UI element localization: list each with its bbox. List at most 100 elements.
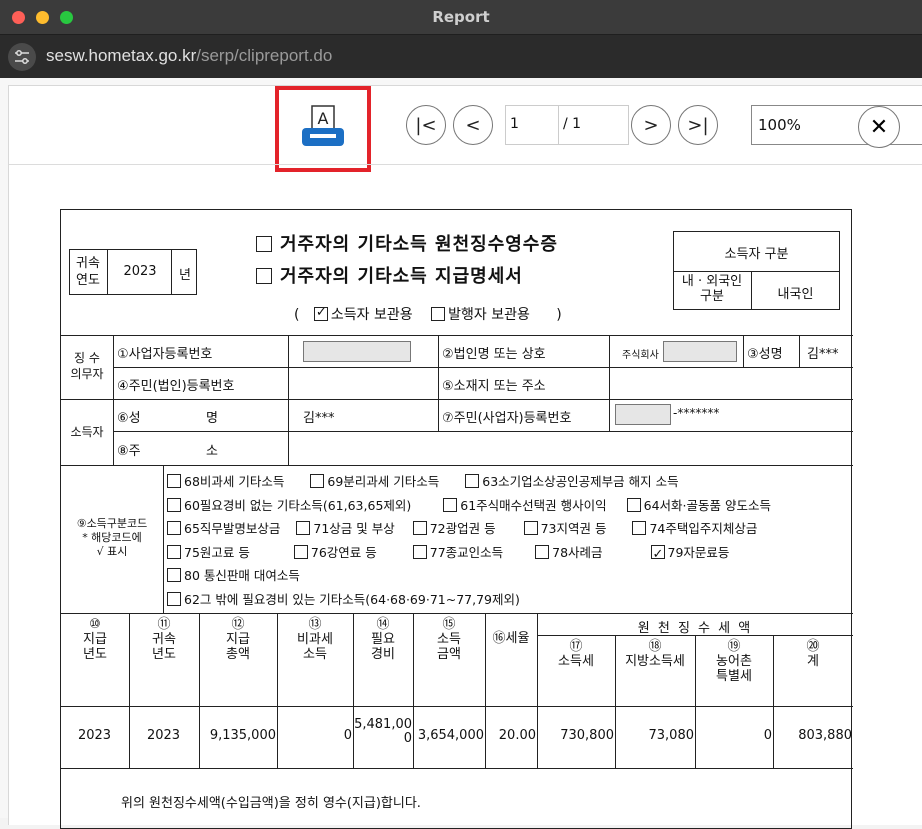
f6-label: ⑥성 bbox=[117, 411, 141, 426]
printer-icon: A bbox=[302, 105, 344, 146]
table-cell: 5,481,00 0 bbox=[354, 717, 412, 746]
divider bbox=[61, 399, 853, 400]
table-header-cell: ⑯세율 bbox=[492, 631, 530, 646]
code-row: 75원고료 등 76강연료 등 77종교인소득 78사례금 79자문료등 bbox=[167, 541, 771, 566]
copy-open: ( bbox=[294, 307, 300, 323]
holder-copy-checkbox[interactable] bbox=[313, 305, 328, 321]
issuer-copy-label: 발행자 보관용 bbox=[448, 307, 530, 323]
divider bbox=[609, 335, 610, 431]
url-text[interactable]: sesw.hometax.go.kr/serp/clipreport.do bbox=[46, 46, 332, 66]
code-80-checkbox[interactable] bbox=[167, 568, 181, 582]
f4-label: ④주민(법인)등록번호 bbox=[117, 379, 235, 394]
code-73-checkbox[interactable] bbox=[523, 521, 538, 535]
divider bbox=[113, 335, 114, 465]
code-74-checkbox[interactable] bbox=[632, 521, 647, 535]
code-79: 79자문료등 bbox=[667, 544, 730, 560]
table-cell: 20.00 bbox=[498, 728, 536, 743]
divider bbox=[61, 768, 853, 769]
code-79-checkbox[interactable] bbox=[650, 543, 665, 566]
table-cell: 3,654,000 bbox=[417, 728, 484, 743]
title-statement-checkbox[interactable] bbox=[256, 268, 272, 284]
code-63-checkbox[interactable] bbox=[465, 474, 480, 488]
code-61: 61주식매수선택권 행사이익 bbox=[460, 497, 607, 513]
first-page-button[interactable]: |< bbox=[406, 105, 446, 145]
earner-label: 소득자 bbox=[70, 425, 104, 439]
code-row: 65직무발명보상금 71상금 및 부상 72광업권 등 73지역권 등 74주택… bbox=[167, 517, 771, 541]
divider bbox=[113, 431, 853, 432]
code-69-checkbox[interactable] bbox=[310, 474, 325, 488]
code-75-checkbox[interactable] bbox=[167, 544, 181, 559]
withholding-header: 원 천 징 수 세 액 bbox=[637, 621, 753, 636]
table-cell: 0 bbox=[763, 728, 772, 743]
site-settings-icon[interactable] bbox=[8, 43, 36, 71]
table-cell: 803,880 bbox=[798, 728, 852, 743]
title-statement: 거주자의 기타소득 지급명세서 bbox=[256, 262, 523, 288]
divider bbox=[438, 335, 439, 431]
f6-label-b: 명 bbox=[206, 411, 218, 426]
code-61-checkbox[interactable] bbox=[443, 497, 458, 512]
f2-prefix: 주식회사 bbox=[622, 350, 659, 361]
tax-form: 귀속 연도 2023 년 거주자의 기타소득 원천징수영수증 거주자의 기타소득… bbox=[60, 209, 853, 829]
table-cell: 2023 bbox=[146, 728, 181, 743]
issuer-copy-checkbox[interactable] bbox=[431, 307, 446, 321]
table-header-cell: ⑫ 지급 총액 bbox=[226, 617, 250, 662]
code-77: 77종교인소득 bbox=[429, 544, 504, 560]
close-button[interactable]: ✕ bbox=[858, 106, 900, 148]
table-header-cell: ⑱ 지방소득세 bbox=[625, 639, 685, 669]
code-72-checkbox[interactable] bbox=[412, 521, 427, 535]
residency-value: 내국인 bbox=[777, 287, 814, 302]
prev-page-button[interactable]: < bbox=[453, 105, 493, 145]
code-78: 78사례금 bbox=[552, 544, 603, 560]
code-65-checkbox[interactable] bbox=[167, 521, 181, 535]
code-77-checkbox[interactable] bbox=[412, 544, 427, 559]
report-page: A |< < 1 / 1 > >| 100% ✕ 귀속 연도 2023 년 거주… bbox=[8, 85, 922, 829]
code-62-checkbox[interactable] bbox=[167, 591, 181, 606]
residency-title: 소득자 구분 bbox=[724, 247, 789, 262]
table-header-cell: ⑪ 귀속 년도 bbox=[152, 617, 176, 662]
f8-label: ⑧주 bbox=[117, 444, 141, 459]
code-68-checkbox[interactable] bbox=[167, 474, 181, 488]
f6-value: 김*** bbox=[303, 411, 335, 426]
code-60: 60필요경비 없는 기타소득(61,63,65제외) bbox=[184, 497, 412, 513]
code-row: 62그 밖에 필요경비 있는 기타소득(64·68·69·71~77,79제외) bbox=[167, 588, 771, 612]
divider bbox=[113, 367, 853, 368]
holder-copy-label: 소득자 보관용 bbox=[330, 307, 413, 323]
code-71-checkbox[interactable] bbox=[296, 521, 311, 535]
divider bbox=[107, 249, 108, 295]
last-page-button[interactable]: >| bbox=[678, 105, 718, 145]
next-page-button[interactable]: > bbox=[631, 105, 671, 145]
residency-label: 내 · 외국인 구분 bbox=[681, 274, 743, 304]
code-60-checkbox[interactable] bbox=[167, 497, 181, 512]
url-path: /serp/clipreport.do bbox=[196, 46, 333, 65]
code-69: 69분리과세 기타소득 bbox=[327, 474, 440, 489]
divider bbox=[61, 706, 853, 707]
code-row: 60필요경비 없는 기타소득(61,63,65제외) 61주식매수선택권 행사이… bbox=[167, 494, 771, 518]
print-button[interactable]: A bbox=[275, 86, 371, 172]
table-cell: 9,135,000 bbox=[209, 728, 276, 743]
divider bbox=[673, 271, 840, 272]
table-cell: 730,800 bbox=[560, 728, 614, 743]
code-71: 71상금 및 부상 bbox=[313, 521, 395, 536]
divider bbox=[61, 465, 853, 466]
f1-label: ①사업자등록번호 bbox=[117, 347, 213, 362]
chevron-right-icon: > bbox=[643, 114, 659, 136]
year-suffix: 년 bbox=[179, 268, 191, 283]
code-64-checkbox[interactable] bbox=[626, 497, 641, 512]
f5-label: ⑤소재지 또는 주소 bbox=[442, 379, 546, 394]
window-titlebar: Report bbox=[0, 0, 922, 34]
f3-value: 김*** bbox=[807, 347, 839, 362]
table-header-cell: ⑭ 필요 경비 bbox=[371, 617, 395, 662]
window-title: Report bbox=[432, 8, 490, 26]
table-cell: 0 bbox=[343, 728, 352, 743]
code-row: 80 통신판매 대여소득 bbox=[167, 564, 771, 588]
f1-redacted bbox=[303, 341, 411, 362]
page-number-input[interactable]: 1 bbox=[505, 105, 559, 145]
year-label: 귀속 연도 bbox=[76, 256, 100, 288]
code-76-checkbox[interactable] bbox=[293, 544, 308, 559]
table-cell: 73,080 bbox=[648, 728, 695, 743]
f2-redacted bbox=[663, 341, 737, 362]
f7-redacted bbox=[615, 404, 671, 425]
code-78-checkbox[interactable] bbox=[535, 544, 550, 559]
footer-statement: 위의 원천징수세액(수입금액)을 정히 영수(지급)합니다. bbox=[121, 796, 421, 811]
title-receipt-checkbox[interactable] bbox=[256, 236, 272, 252]
